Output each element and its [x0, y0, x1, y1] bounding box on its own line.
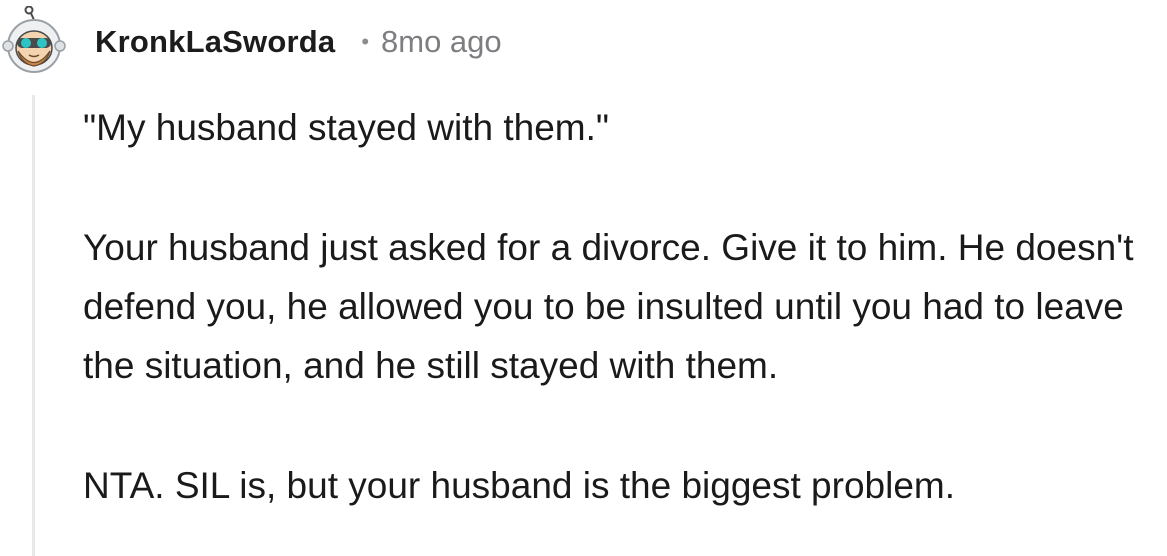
- comment-timestamp[interactable]: 8mo ago: [381, 24, 502, 60]
- meta-separator: •: [361, 29, 370, 54]
- comment-header: KronkLaSworda • 8mo ago: [95, 20, 502, 64]
- snoo-astronaut-icon: [2, 5, 66, 73]
- user-avatar-icon[interactable]: [0, 5, 68, 74]
- comment-paragraph-main: Your husband just asked for a divorce. G…: [83, 227, 1134, 386]
- username-link[interactable]: KronkLaSworda: [95, 24, 335, 60]
- comment-body: "My husband stayed with them." Your husb…: [83, 98, 1163, 515]
- thread-collapse-line[interactable]: [32, 95, 35, 556]
- comment: KronkLaSworda • 8mo ago "My husband stay…: [0, 0, 1167, 556]
- comment-paragraph-verdict: NTA. SIL is, but your husband is the big…: [83, 465, 956, 506]
- comment-paragraph-quote: "My husband stayed with them.": [83, 107, 610, 148]
